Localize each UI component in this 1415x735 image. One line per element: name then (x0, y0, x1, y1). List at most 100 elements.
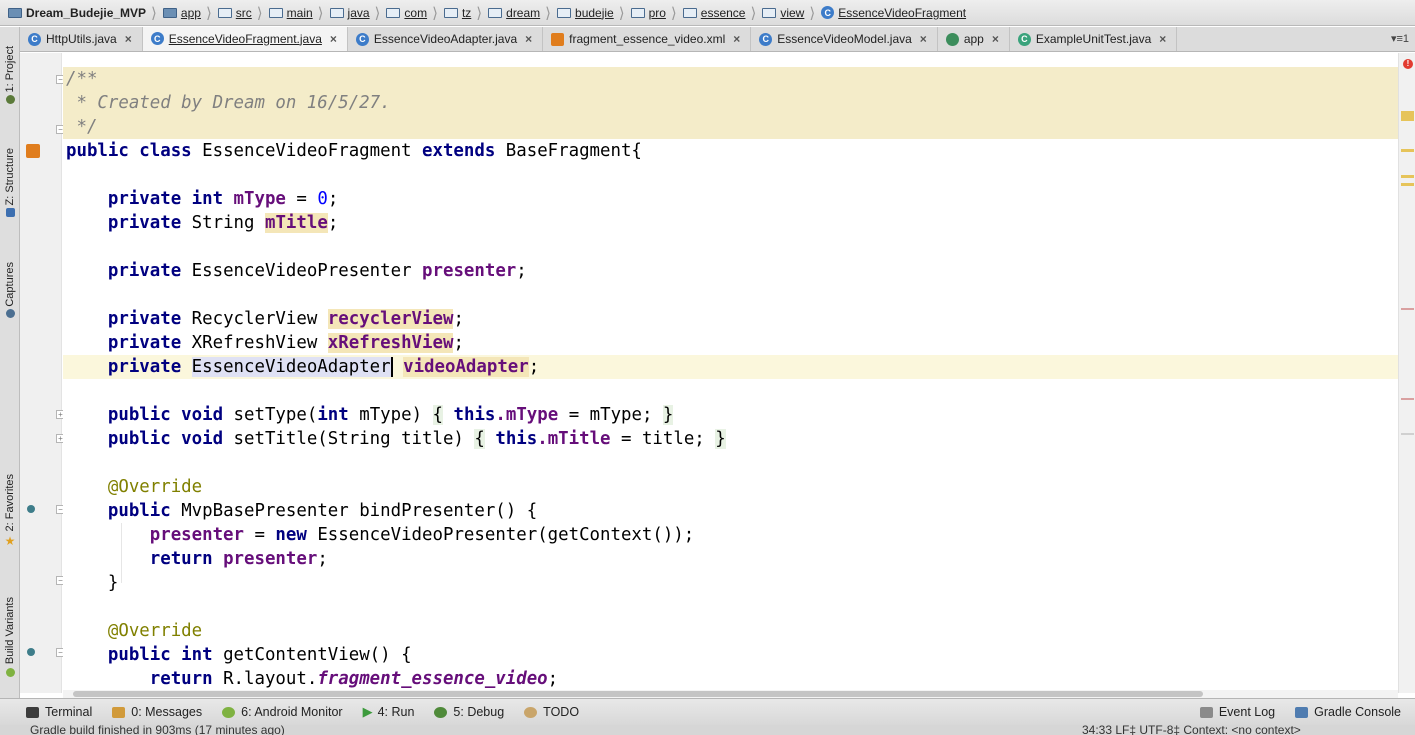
class-icon: C (821, 6, 835, 19)
close-icon[interactable]: × (1159, 32, 1166, 46)
close-icon[interactable]: × (330, 32, 337, 46)
tab-essencevideomodel[interactable]: C EssenceVideoModel.java × (751, 27, 938, 51)
structure-tool-button[interactable]: Z: Structure (0, 135, 20, 230)
status-message: Gradle build finished in 903ms (17 minut… (30, 725, 285, 735)
folder-icon (217, 7, 232, 18)
package-icon (386, 7, 401, 18)
test-class-icon: C (1017, 32, 1031, 46)
breadcrumb-separator: ⟩ (374, 4, 381, 22)
status-indicators[interactable]: 34:33 LF‡ UTF-8‡ Context: <no context> (1082, 725, 1301, 735)
horizontal-scrollbar[interactable] (63, 690, 1398, 698)
favorites-tool-button[interactable]: 2: Favorites ★ (0, 465, 20, 557)
breadcrumb-com[interactable]: com (382, 3, 431, 23)
breadcrumb-class[interactable]: C EssenceVideoFragment (817, 3, 970, 23)
code-line: private RecyclerView recyclerView; (107, 309, 464, 329)
breadcrumb-project[interactable]: Dream_Budejie_MVP (4, 3, 150, 23)
code-line: public int getContentView() { (107, 645, 412, 665)
code-line: @Override (107, 477, 203, 497)
debug-tool-button[interactable]: 5: Debug (424, 701, 514, 723)
breadcrumb-view[interactable]: view (758, 3, 808, 23)
run-tool-button[interactable]: ▶ 4: Run (353, 701, 425, 723)
messages-icon (112, 706, 126, 718)
close-icon[interactable]: × (733, 32, 740, 46)
module-folder-icon (162, 7, 177, 18)
breadcrumb-src[interactable]: src (214, 3, 256, 23)
left-tool-strip: 1: Project Z: Structure Captures 2: Favo… (0, 27, 20, 698)
breadcrumb-separator: ⟩ (670, 4, 677, 22)
code-line: private int mType = 0; (107, 189, 339, 209)
breadcrumb-app[interactable]: app (159, 3, 205, 23)
close-icon[interactable]: × (992, 32, 999, 46)
tab-app[interactable]: app × (938, 27, 1010, 51)
stripe-marker[interactable] (1401, 149, 1414, 152)
breadcrumb-dream[interactable]: dream (484, 3, 544, 23)
override-method-icon[interactable] (27, 648, 35, 656)
breadcrumb-java[interactable]: java (326, 3, 374, 23)
breadcrumb-budejie[interactable]: budejie (553, 3, 618, 23)
editor-gutter: − − + + − − − (20, 53, 65, 693)
tab-essencevideofragment[interactable]: C EssenceVideoFragment.java × (142, 27, 348, 51)
breadcrumb-tz[interactable]: tz (440, 3, 475, 23)
class-icon: C (759, 32, 773, 46)
captures-tool-button[interactable]: Captures (0, 249, 20, 331)
breadcrumb-separator: ⟩ (809, 4, 816, 22)
stripe-marker[interactable] (1401, 175, 1414, 178)
text-caret (390, 357, 393, 377)
code-line: */ (63, 115, 1398, 139)
breadcrumb-separator: ⟩ (750, 4, 757, 22)
error-stripe[interactable]: ! (1398, 53, 1415, 693)
build-variants-tool-button[interactable]: Build Variants (0, 583, 20, 691)
navigation-bar: Dream_Budejie_MVP ⟩ app ⟩ src ⟩ main ⟩ j… (0, 0, 1415, 26)
tab-httputils[interactable]: C HttpUtils.java × (20, 27, 143, 51)
module-icon (945, 32, 959, 46)
stripe-marker[interactable] (1401, 183, 1414, 186)
breadcrumb-main[interactable]: main (265, 3, 317, 23)
code-line: private String mTitle; (107, 213, 339, 233)
error-indicator-icon[interactable]: ! (1403, 59, 1413, 69)
tab-fragment-essence-video-xml[interactable]: fragment_essence_video.xml × (543, 27, 752, 51)
package-icon (443, 7, 458, 18)
package-icon (762, 7, 777, 18)
close-icon[interactable]: × (125, 32, 132, 46)
code-line: public MvpBasePresenter bindPresenter() … (107, 501, 538, 521)
scrollbar-thumb[interactable] (73, 691, 1203, 697)
class-gutter-icon[interactable] (26, 144, 40, 158)
android-icon (5, 667, 15, 677)
breadcrumb-separator: ⟩ (317, 4, 324, 22)
editor-tab-bar: C HttpUtils.java × C EssenceVideoFragment.j… (20, 27, 1415, 52)
gradle-console-tool-button[interactable]: Gradle Console (1285, 701, 1411, 723)
class-icon: C (355, 32, 369, 46)
close-icon[interactable]: × (525, 32, 532, 46)
code-line: * Created by Dream on 16/5/27. (63, 91, 1398, 115)
todo-tool-button[interactable]: TODO (514, 701, 589, 723)
structure-icon (5, 208, 15, 218)
stripe-marker[interactable] (1401, 398, 1414, 400)
breadcrumb-separator: ⟩ (476, 4, 483, 22)
folder-icon (329, 7, 344, 18)
tab-exampleunittest[interactable]: C ExampleUnitTest.java × (1010, 27, 1178, 51)
close-icon[interactable]: × (920, 32, 927, 46)
terminal-tool-button[interactable]: Terminal (16, 701, 102, 723)
code-line: public void setTitle(String title) { thi… (107, 429, 726, 449)
project-tool-button[interactable]: 1: Project (0, 35, 20, 115)
stripe-marker[interactable] (1401, 433, 1414, 435)
code-editor[interactable]: /** * Created by Dream on 16/5/27. */ pu… (63, 53, 1398, 693)
favorites-star-icon: ★ (4, 533, 16, 548)
messages-tool-button[interactable]: 0: Messages (102, 701, 212, 723)
android-monitor-tool-button[interactable]: 6: Android Monitor (212, 701, 352, 723)
class-icon: C (150, 32, 164, 45)
project-folder-icon (8, 7, 22, 18)
package-icon (557, 7, 572, 18)
stripe-marker[interactable] (1401, 111, 1414, 121)
tab-overflow-button[interactable]: ▾≡1 (1391, 32, 1409, 45)
code-line: public void setType(int mType) { this.mT… (107, 405, 674, 425)
stripe-marker[interactable] (1401, 308, 1414, 310)
breadcrumb-essence[interactable]: essence (679, 3, 750, 23)
override-method-icon[interactable] (27, 505, 35, 513)
event-log-tool-button[interactable]: Event Log (1190, 701, 1285, 723)
breadcrumb-pro[interactable]: pro (627, 3, 670, 23)
breadcrumb-separator: ⟩ (432, 4, 438, 22)
run-icon: ▶ (362, 704, 373, 719)
bottom-tool-bar: Terminal 0: Messages 6: Android Monitor … (0, 698, 1415, 725)
tab-essencevideoadapter[interactable]: C EssenceVideoAdapter.java × (348, 27, 544, 51)
